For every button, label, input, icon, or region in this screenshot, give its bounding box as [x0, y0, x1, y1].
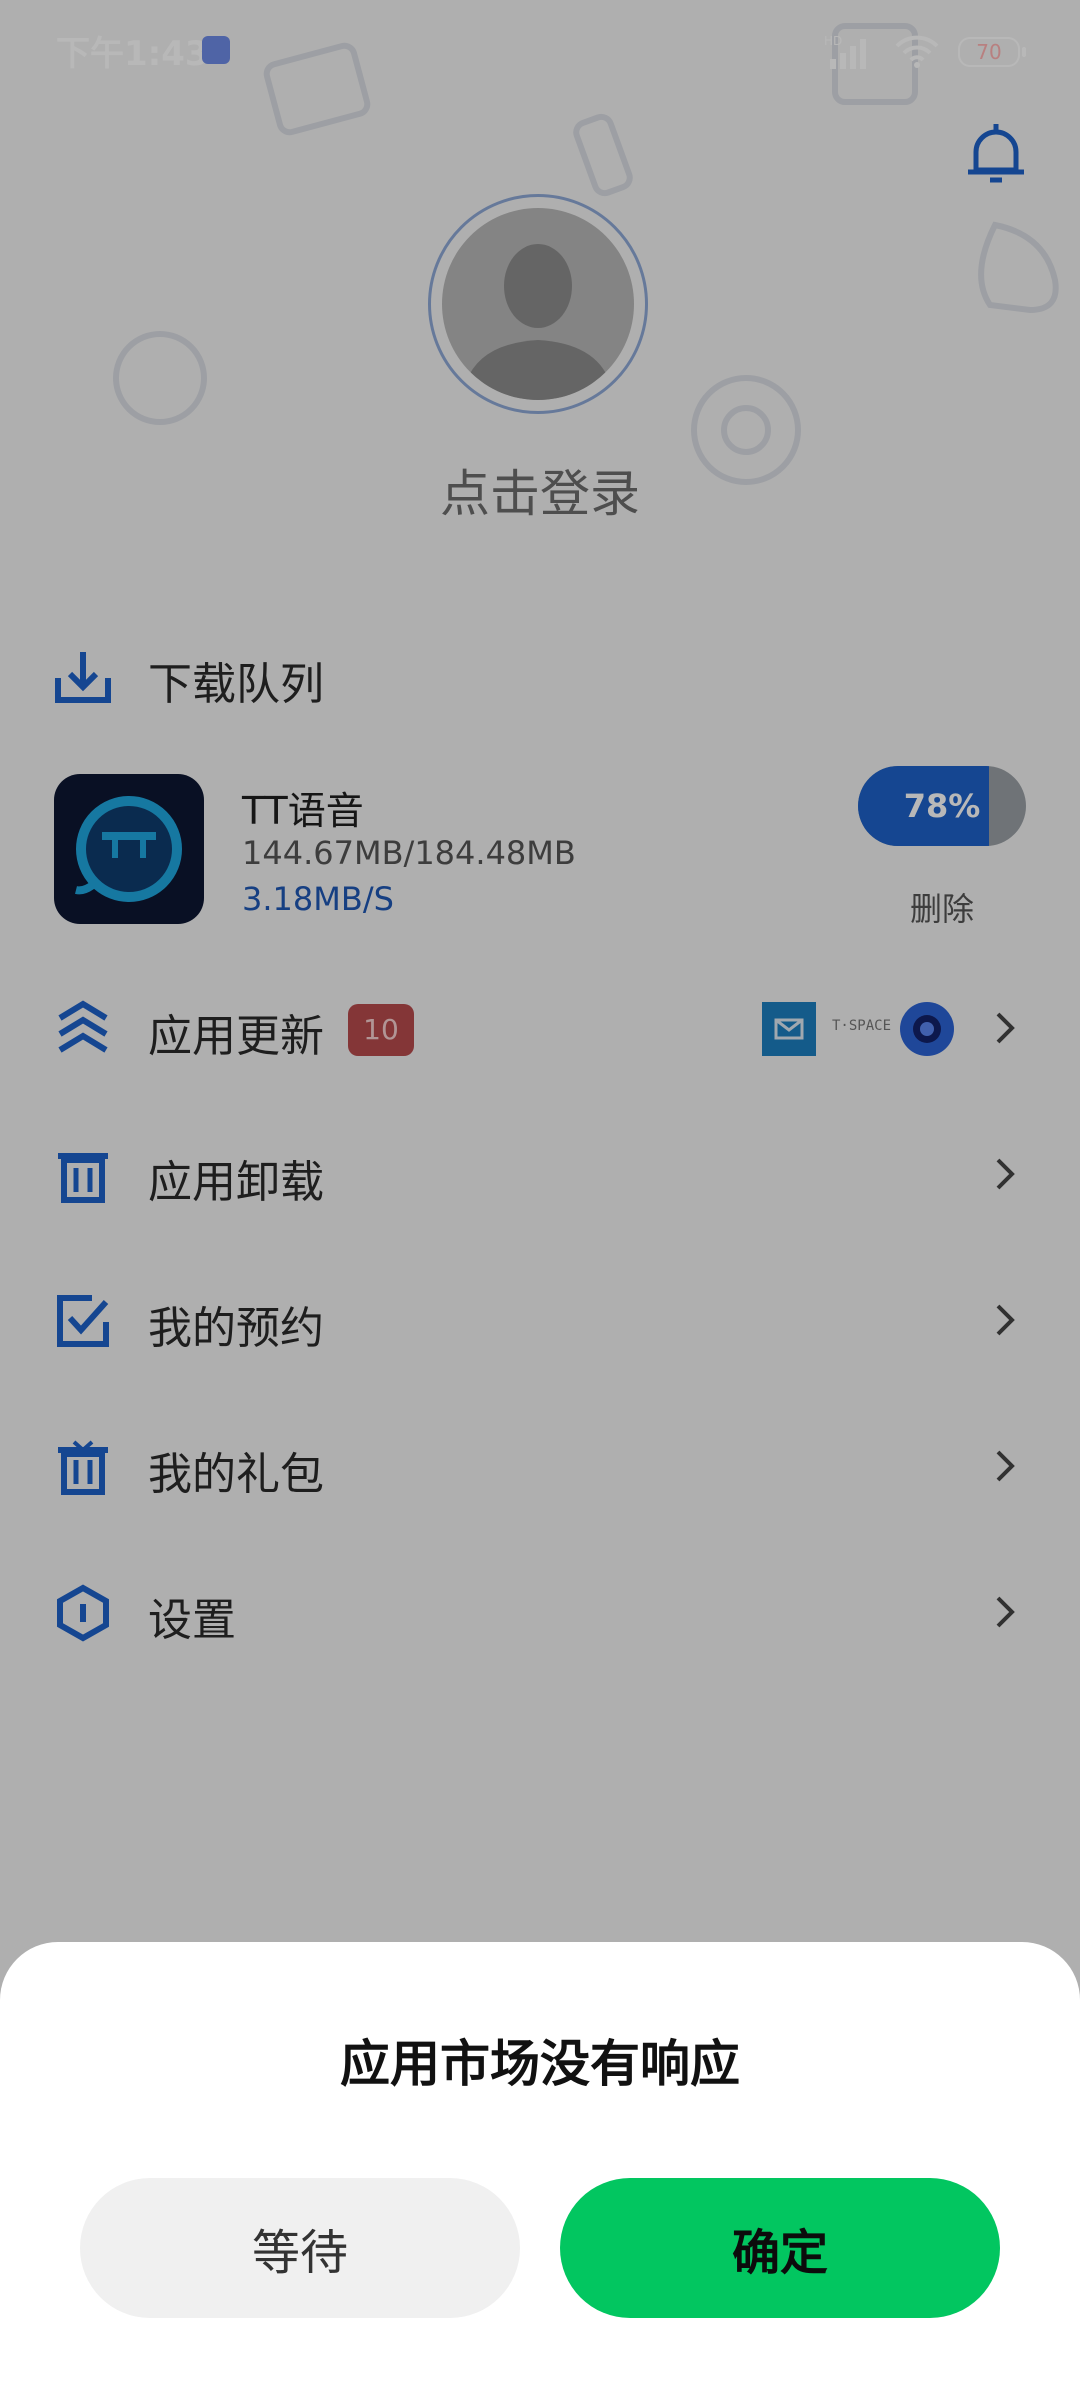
ok-button[interactable]: 确定 [560, 2178, 1000, 2318]
app-not-responding-dialog: 应用市场没有响应 等待 确定 [0, 1942, 1080, 2400]
wait-button[interactable]: 等待 [80, 2178, 520, 2318]
dialog-title: 应用市场没有响应 [340, 2035, 740, 2093]
